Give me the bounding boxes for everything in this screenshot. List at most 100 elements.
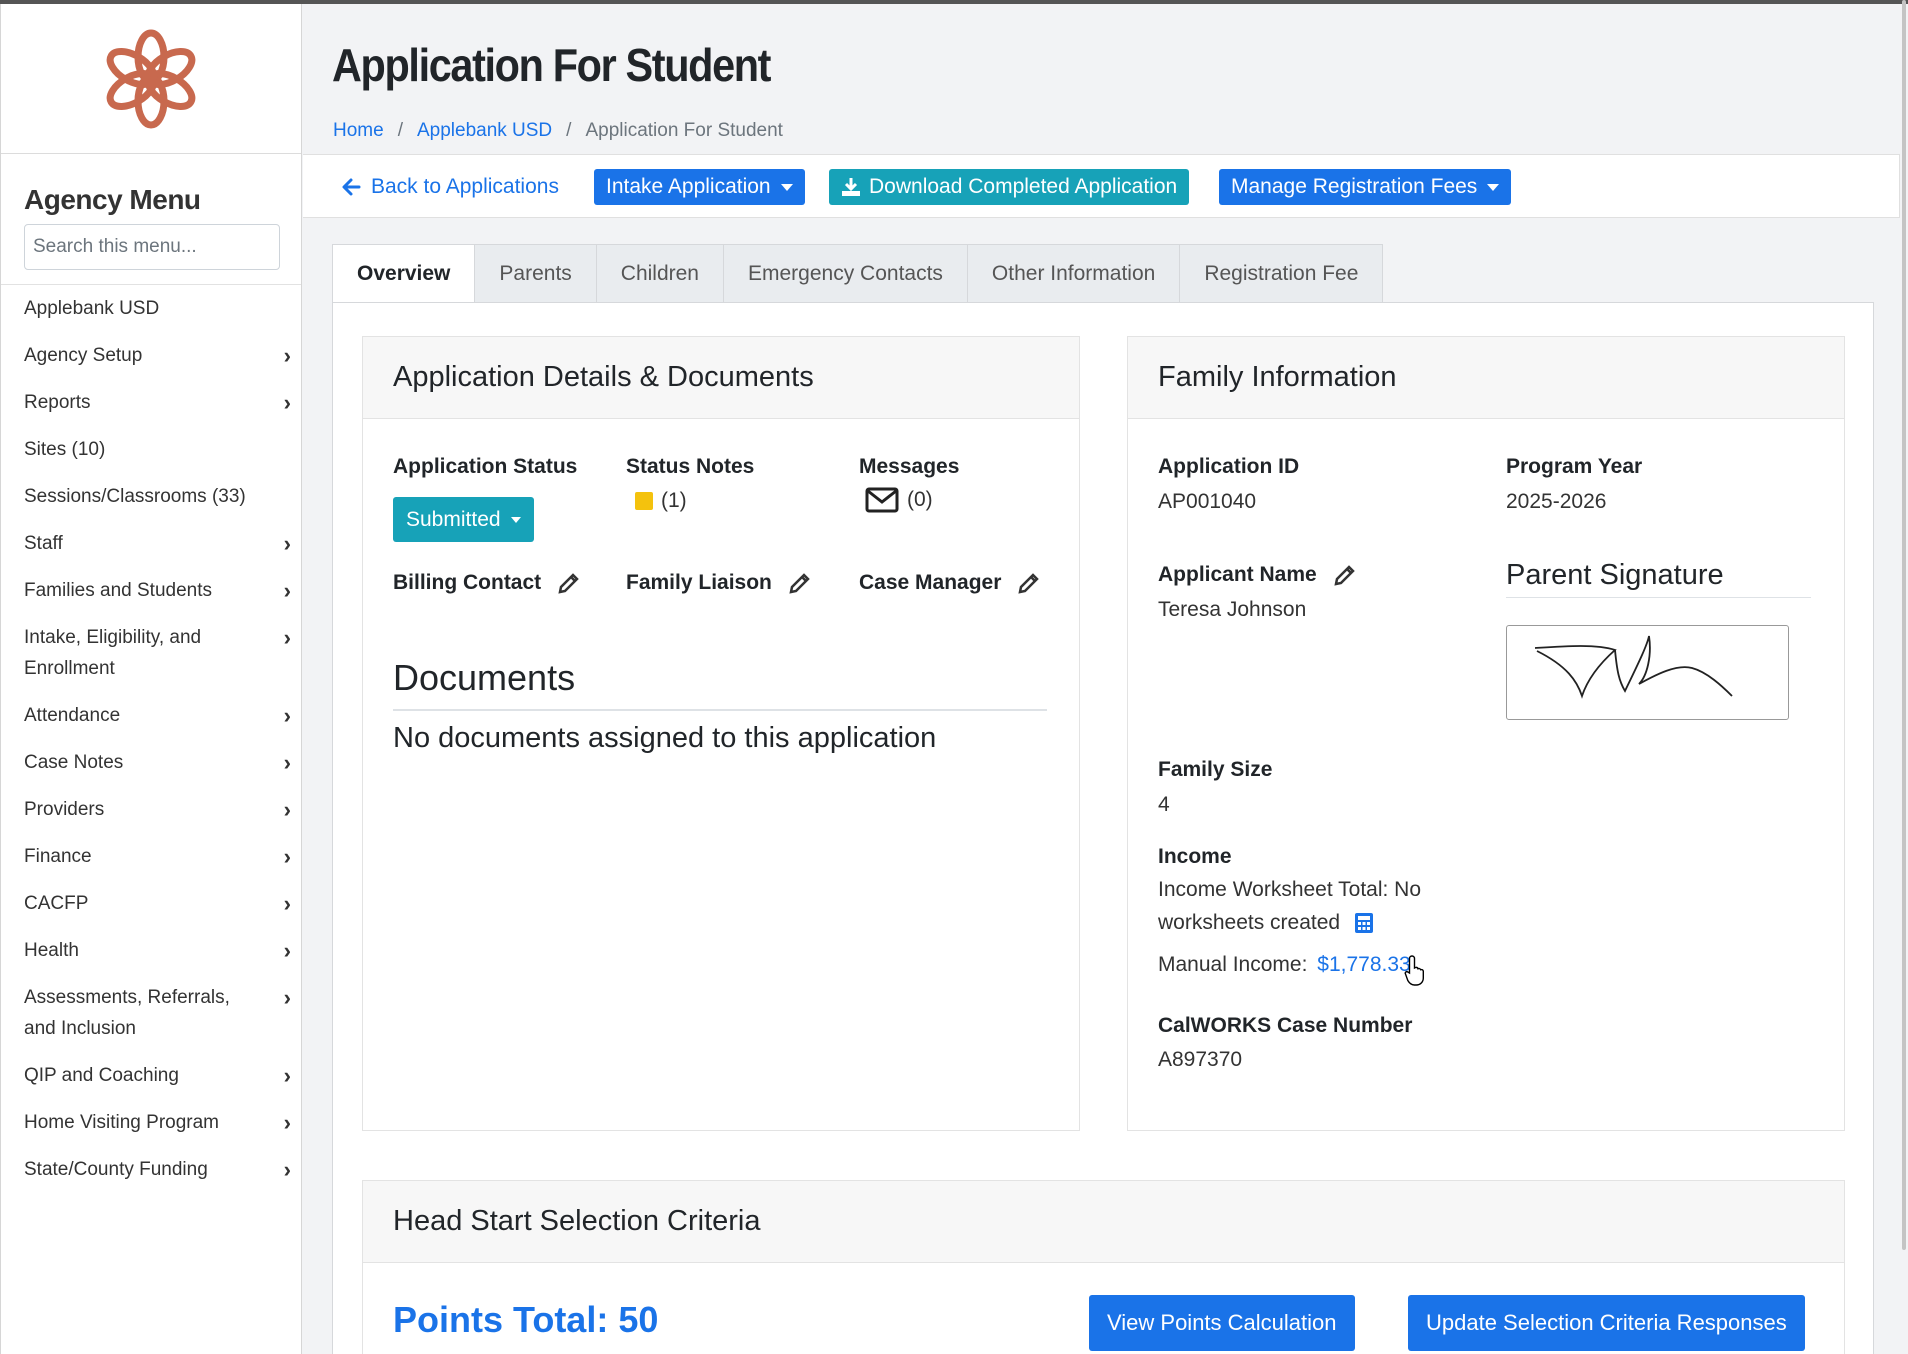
agency-sidebar: Agency Menu Applebank USDAgency Setup›Re… (0, 4, 302, 1354)
billing-contact-label: Billing Contact (393, 571, 581, 595)
chevron-right-icon: › (283, 625, 291, 650)
applicant-name-value: Teresa Johnson (1158, 598, 1307, 621)
sidebar-item-finance[interactable]: Finance › (1, 841, 301, 872)
tab-overview[interactable]: Overview (332, 244, 476, 303)
family-size-label: Family Size (1158, 758, 1273, 781)
view-points-calculation-button[interactable]: View Points Calculation (1089, 1295, 1355, 1351)
case-manager-text: Case Manager (859, 571, 1002, 594)
edit-billing-contact-pencil-icon[interactable] (557, 571, 581, 595)
income-label: Income (1158, 845, 1232, 868)
page-scrollbar[interactable] (1900, 0, 1908, 1354)
page-title: Application For Student (332, 39, 771, 91)
calworks-value: A897370 (1158, 1048, 1243, 1071)
sidebar-item-attendance[interactable]: Attendance › (1, 700, 301, 731)
envelope-icon (865, 487, 899, 513)
breadcrumb-home-link[interactable]: Home (333, 120, 384, 142)
edit-applicant-pencil-icon[interactable] (1333, 563, 1357, 587)
sidebar-item-home-visiting-program[interactable]: Home Visiting Program › (1, 1107, 301, 1138)
status-notes-link[interactable]: (1) (635, 489, 687, 513)
sidebar-item-label: Agency Setup (24, 345, 143, 366)
chevron-right-icon: › (283, 891, 291, 916)
sidebar-item-applebank-usd[interactable]: Applebank USD (1, 293, 301, 324)
sidebar-item-label: Families and Students (24, 580, 212, 601)
application-id-value: AP001040 (1158, 490, 1257, 513)
application-status-dropdown[interactable]: Submitted (393, 497, 534, 542)
sidebar-item-qip-and-coaching[interactable]: QIP and Coaching › (1, 1060, 301, 1091)
parent-signature-title: Parent Signature (1506, 559, 1724, 591)
status-notes-count: (1) (661, 489, 687, 512)
family-size-value: 4 (1158, 793, 1170, 816)
breadcrumb: Home / Applebank USD / Application For S… (333, 120, 783, 142)
chevron-right-icon: › (283, 578, 291, 603)
sidebar-item-providers[interactable]: Providers › (1, 794, 301, 825)
manual-income-label: Manual Income: (1158, 953, 1308, 976)
breadcrumb-separator: / (397, 120, 403, 141)
sidebar-item-health[interactable]: Health › (1, 935, 301, 966)
signature-scribble (1534, 635, 1733, 699)
hand-pointer-cursor-icon (1404, 955, 1424, 986)
sidebar-item-label: CACFP (24, 893, 89, 914)
chevron-right-icon: › (283, 531, 291, 556)
tab-emergency-contacts[interactable]: Emergency Contacts (723, 244, 968, 302)
menu-search-input[interactable] (24, 224, 280, 270)
download-completed-application-button[interactable]: Download Completed Application (829, 169, 1190, 205)
sidebar-item-label: State/County Funding (24, 1159, 208, 1180)
sidebar-item-state-county-funding[interactable]: State/County Funding › (1, 1154, 301, 1185)
program-year-label: Program Year (1506, 455, 1643, 478)
back-label: Back to Applications (371, 175, 559, 198)
family-liaison-label: Family Liaison (626, 571, 812, 595)
intake-label: Intake Application (606, 175, 771, 198)
sidebar-item-intake-eligibility-and-enrollment[interactable]: Intake, Eligibility, and Enrollment › (1, 622, 301, 684)
case-manager-label: Case Manager (859, 571, 1041, 595)
messages-count: (0) (907, 488, 933, 511)
agency-logo-icon[interactable] (101, 27, 201, 131)
tab-other-information[interactable]: Other Information (966, 244, 1181, 302)
back-to-applications-link[interactable]: Back to Applications (341, 175, 559, 199)
manual-income-link[interactable]: $1,778.33 (1317, 953, 1410, 976)
signature-divider (1506, 597, 1811, 598)
sidebar-item-case-notes[interactable]: Case Notes › (1, 747, 301, 778)
update-selection-criteria-button[interactable]: Update Selection Criteria Responses (1408, 1295, 1805, 1351)
sidebar-item-sessions-classrooms-33[interactable]: Sessions/Classrooms (33) (1, 481, 301, 512)
breadcrumb-agency-link[interactable]: Applebank USD (417, 120, 552, 142)
tab-registration-fee[interactable]: Registration Fee (1179, 244, 1384, 302)
sidebar-item-label: Sessions/Classrooms (33) (24, 486, 246, 507)
application-details-card: Application Details & Documents Applicat… (362, 336, 1080, 1131)
chevron-right-icon: › (283, 1157, 291, 1182)
sidebar-item-reports[interactable]: Reports › (1, 387, 301, 418)
chevron-right-icon: › (283, 1110, 291, 1135)
sidebar-item-label: Staff (24, 533, 63, 554)
download-icon (842, 178, 860, 196)
menu-list: Applebank USD Agency Setup › Reports › Sites … (1, 293, 301, 1185)
edit-case-manager-pencil-icon[interactable] (1017, 571, 1041, 595)
menu-divider (1, 284, 301, 285)
chevron-right-icon: › (283, 703, 291, 728)
sidebar-item-staff[interactable]: Staff › (1, 528, 301, 559)
sidebar-item-cacfp[interactable]: CACFP › (1, 888, 301, 919)
intake-application-dropdown[interactable]: Intake Application (594, 169, 805, 205)
messages-link[interactable]: (0) (865, 487, 933, 513)
tab-children[interactable]: Children (595, 244, 724, 302)
calworks-label: CalWORKS Case Number (1158, 1014, 1413, 1037)
documents-title: Documents (393, 657, 576, 698)
selection-heading: Head Start Selection Criteria (363, 1181, 1844, 1263)
family-heading: Family Information (1128, 337, 1844, 419)
overview-panel: Application Details & Documents Applicat… (332, 302, 1874, 1354)
sidebar-item-sites-10[interactable]: Sites (10) (1, 434, 301, 465)
calculator-icon[interactable] (1354, 912, 1374, 934)
selection-criteria-card: Head Start Selection Criteria Points Tot… (362, 1180, 1845, 1354)
messages-label: Messages (859, 455, 960, 478)
application-tabs: Overview Parents Children Emergency Cont… (332, 244, 1384, 303)
sidebar-item-assessments-referrals-and-inclusion[interactable]: Assessments, Referrals, and Inclusion › (1, 982, 301, 1044)
manual-income-row: Manual Income: $1,778.33 (1158, 953, 1411, 977)
tab-parents[interactable]: Parents (474, 244, 597, 302)
sidebar-item-label: Applebank USD (24, 298, 160, 319)
sidebar-item-families-and-students[interactable]: Families and Students › (1, 575, 301, 606)
family-liaison-text: Family Liaison (626, 571, 772, 594)
edit-family-liaison-pencil-icon[interactable] (788, 571, 812, 595)
chevron-right-icon: › (283, 844, 291, 869)
manage-registration-fees-dropdown[interactable]: Manage Registration Fees (1219, 169, 1512, 205)
billing-contact-text: Billing Contact (393, 571, 542, 594)
status-value: Submitted (406, 507, 501, 531)
sidebar-item-agency-setup[interactable]: Agency Setup › (1, 340, 301, 371)
